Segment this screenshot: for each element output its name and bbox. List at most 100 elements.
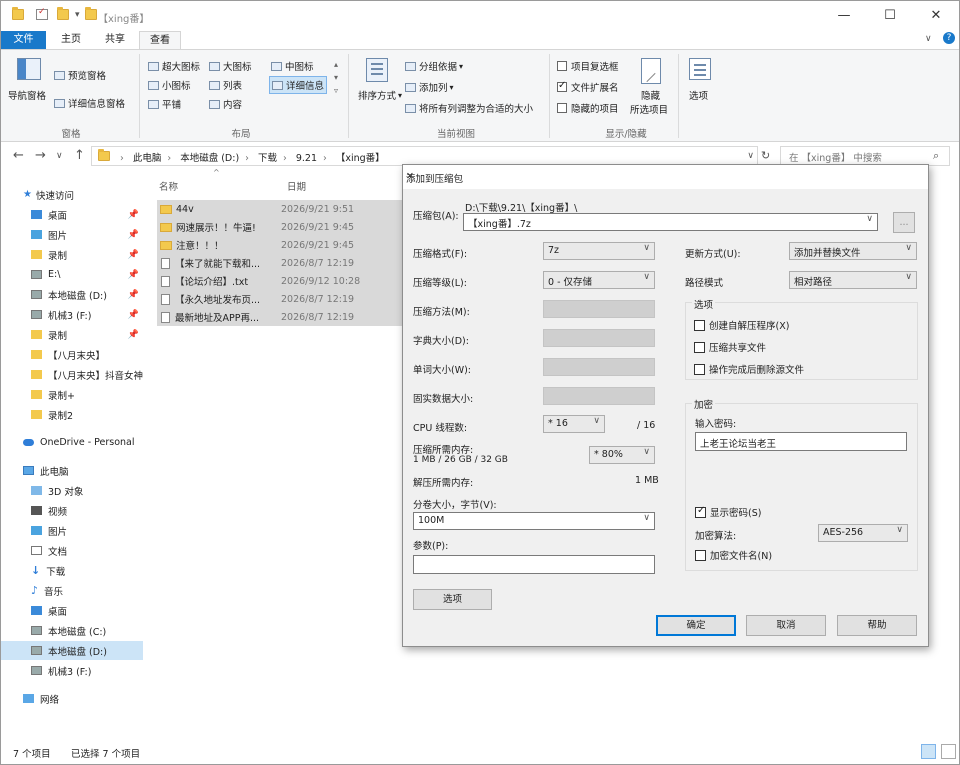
path-mode-select[interactable]: 相对路径 ∨ bbox=[789, 271, 917, 289]
layout-extra-large[interactable]: 超大图标 bbox=[148, 59, 200, 73]
sfx-checkbox[interactable] bbox=[694, 319, 705, 331]
group-by-button[interactable]: 分组依据 ▾ bbox=[405, 59, 463, 73]
sfx-option[interactable]: 创建自解压程序(X) bbox=[694, 318, 789, 332]
details-view-icon[interactable] bbox=[921, 744, 936, 759]
nav-pane-button[interactable]: 导航窗格 bbox=[8, 88, 46, 102]
breadcrumb-item[interactable]: 此电脑 bbox=[133, 153, 162, 164]
nav-item-f-drive[interactable]: 机械3 (F:) 📌 bbox=[1, 305, 143, 324]
archive-name-field[interactable]: 【xing番】.7z ∨ bbox=[463, 213, 878, 231]
options-button[interactable]: 选项 bbox=[689, 88, 708, 102]
cancel-button[interactable]: 取消 bbox=[746, 615, 826, 636]
nav-item-folder[interactable]: 录制2 bbox=[1, 405, 143, 424]
nav-item-onedrive[interactable]: OneDrive - Personal bbox=[1, 433, 143, 452]
password-input[interactable]: 上老王论坛当老王 bbox=[695, 432, 907, 451]
help-button[interactable]: 帮助 bbox=[837, 615, 917, 636]
list-item[interactable]: 注意！！！ 2026/9/21 9:45 bbox=[157, 236, 402, 254]
file-extensions-checkbox[interactable] bbox=[557, 80, 567, 92]
nav-item-pictures-pc[interactable]: 图片 bbox=[1, 521, 143, 540]
large-icons-view-icon[interactable] bbox=[941, 744, 956, 759]
nav-item-this-pc[interactable]: 此电脑 bbox=[1, 461, 143, 480]
quick-access-toolbar-dropdown[interactable]: ▾ bbox=[75, 10, 80, 20]
layout-large[interactable]: 大图标 bbox=[209, 59, 252, 73]
details-pane-button[interactable]: 详细信息窗格 bbox=[54, 96, 125, 110]
item-checkboxes-toggle[interactable]: 项目复选框 bbox=[557, 59, 619, 73]
nav-item-music[interactable]: ♪ 音乐 bbox=[1, 581, 143, 600]
nav-item-quick-access[interactable]: ★ 快速访问 bbox=[1, 185, 143, 204]
close-button[interactable]: ✕ bbox=[913, 1, 959, 31]
breadcrumb-item[interactable]: 下载 bbox=[258, 153, 277, 164]
nav-item-documents[interactable]: 文档 bbox=[1, 541, 143, 560]
nav-item-pictures[interactable]: 图片 📌 bbox=[1, 225, 143, 244]
help-icon[interactable]: ? bbox=[943, 32, 955, 44]
forward-arrow-icon[interactable]: → bbox=[35, 148, 46, 163]
nav-item-3d-objects[interactable]: 3D 对象 bbox=[1, 481, 143, 500]
list-item[interactable]: 【永久地址发布页... 2026/8/7 12:19 bbox=[157, 290, 402, 308]
tab-share[interactable]: 共享 bbox=[93, 31, 137, 49]
list-item[interactable]: 【论坛介绍】.txt 2026/9/12 10:28 bbox=[157, 272, 402, 290]
add-columns-button[interactable]: 添加列 ▾ bbox=[405, 80, 454, 94]
nav-item-e-drive[interactable]: E:\ 📌 bbox=[1, 265, 143, 284]
up-arrow-icon[interactable]: ↑ bbox=[74, 148, 85, 163]
nav-item-desktop-pc[interactable]: 桌面 bbox=[1, 601, 143, 620]
shared-files-option[interactable]: 压缩共享文件 bbox=[694, 340, 766, 354]
hidden-items-toggle[interactable]: 隐藏的项目 bbox=[557, 101, 619, 115]
layout-content[interactable]: 内容 bbox=[209, 97, 242, 111]
list-item[interactable]: 【来了就能下载和... 2026/8/7 12:19 bbox=[157, 254, 402, 272]
tab-file[interactable]: 文件 bbox=[1, 31, 46, 49]
properties-icon[interactable]: ✓ bbox=[36, 7, 48, 20]
threads-select[interactable]: * 16 ∨ bbox=[543, 415, 605, 433]
options-button[interactable]: 选项 bbox=[413, 589, 492, 610]
browse-button[interactable]: ... bbox=[893, 212, 915, 233]
tab-home[interactable]: 主页 bbox=[49, 31, 93, 49]
dialog-close-icon[interactable]: ✕ bbox=[406, 171, 920, 182]
format-select[interactable]: 7z ∨ bbox=[543, 242, 655, 260]
hidden-items-checkbox[interactable] bbox=[557, 103, 567, 113]
nav-item-folder[interactable]: 录制+ bbox=[1, 385, 143, 404]
nav-item-videos[interactable]: 视频 bbox=[1, 501, 143, 520]
search-box[interactable]: 在 【xing番】 中搜索 ⌕ bbox=[780, 146, 950, 166]
update-mode-select[interactable]: 添加并替换文件 ∨ bbox=[789, 242, 917, 260]
breadcrumb-item[interactable]: 本地磁盘 (D:) bbox=[180, 153, 239, 164]
layout-medium[interactable]: 中图标 bbox=[271, 59, 314, 73]
list-item[interactable]: 网速展示！！牛逼! 2026/9/21 9:45 bbox=[157, 218, 402, 236]
address-dropdown-icon[interactable]: ∨ bbox=[747, 151, 754, 161]
nav-item-recording[interactable]: 录制 📌 bbox=[1, 245, 143, 264]
column-header-name[interactable]: 名称 bbox=[159, 179, 178, 193]
file-extensions-toggle[interactable]: 文件扩展名 bbox=[557, 80, 619, 94]
shared-files-checkbox[interactable] bbox=[694, 341, 705, 353]
layout-list[interactable]: 列表 bbox=[209, 78, 242, 92]
memory-percent-select[interactable]: * 80% ∨ bbox=[589, 446, 655, 464]
fit-columns-button[interactable]: 将所有列调整为合适的大小 bbox=[405, 101, 533, 115]
refresh-icon[interactable]: ↻ bbox=[761, 149, 770, 162]
nav-item-folder[interactable]: 【八月末央】 bbox=[1, 345, 143, 364]
split-size-select[interactable]: 100M ∨ bbox=[413, 512, 655, 530]
nav-item-network[interactable]: 网络 bbox=[1, 689, 143, 708]
preview-pane-button[interactable]: 预览窗格 bbox=[54, 68, 106, 82]
column-header-date[interactable]: 日期 bbox=[287, 179, 306, 193]
sort-button[interactable]: 排序方式 ▾ bbox=[358, 88, 402, 103]
layout-scroll-icon[interactable]: ▴ ▾ ▿ bbox=[334, 58, 338, 97]
delete-after-option[interactable]: 操作完成后删除源文件 bbox=[694, 362, 804, 376]
address-bar[interactable]: › 此电脑 › 本地磁盘 (D:) › 下载 › 9.21 › 【xing番】 ∨ bbox=[91, 146, 758, 166]
encrypt-names-option[interactable]: 加密文件名(N) bbox=[695, 548, 772, 562]
nav-item-f-drive-pc[interactable]: 机械3 (F:) bbox=[1, 661, 143, 680]
tab-view[interactable]: 查看 bbox=[139, 31, 181, 49]
level-select[interactable]: 0 - 仅存储 ∨ bbox=[543, 271, 655, 289]
nav-item-d-drive[interactable]: 本地磁盘 (D:) 📌 bbox=[1, 285, 143, 304]
new-folder-icon[interactable] bbox=[57, 7, 69, 20]
nav-item-desktop[interactable]: 桌面 📌 bbox=[1, 205, 143, 224]
item-checkboxes-checkbox[interactable] bbox=[557, 61, 567, 71]
ok-button[interactable]: 确定 bbox=[656, 615, 736, 636]
delete-after-checkbox[interactable] bbox=[694, 363, 705, 375]
encrypt-names-checkbox[interactable] bbox=[695, 549, 706, 561]
params-input[interactable] bbox=[413, 555, 655, 574]
collapse-ribbon-icon[interactable]: ∨ bbox=[925, 34, 932, 44]
list-item[interactable]: 最新地址及APP再... 2026/8/7 12:19 bbox=[157, 308, 402, 326]
list-item[interactable]: 44v 2026/9/21 9:51 bbox=[157, 200, 402, 218]
maximize-button[interactable]: ☐ bbox=[867, 1, 913, 31]
nav-item-folder[interactable]: 【八月末央】抖音女神 bbox=[1, 365, 143, 384]
nav-item-d-drive-pc[interactable]: 本地磁盘 (D:) bbox=[1, 641, 143, 660]
minimize-button[interactable]: — bbox=[821, 1, 867, 31]
hide-selected-button[interactable]: 隐藏 bbox=[641, 88, 660, 102]
show-password-checkbox[interactable] bbox=[695, 505, 706, 518]
